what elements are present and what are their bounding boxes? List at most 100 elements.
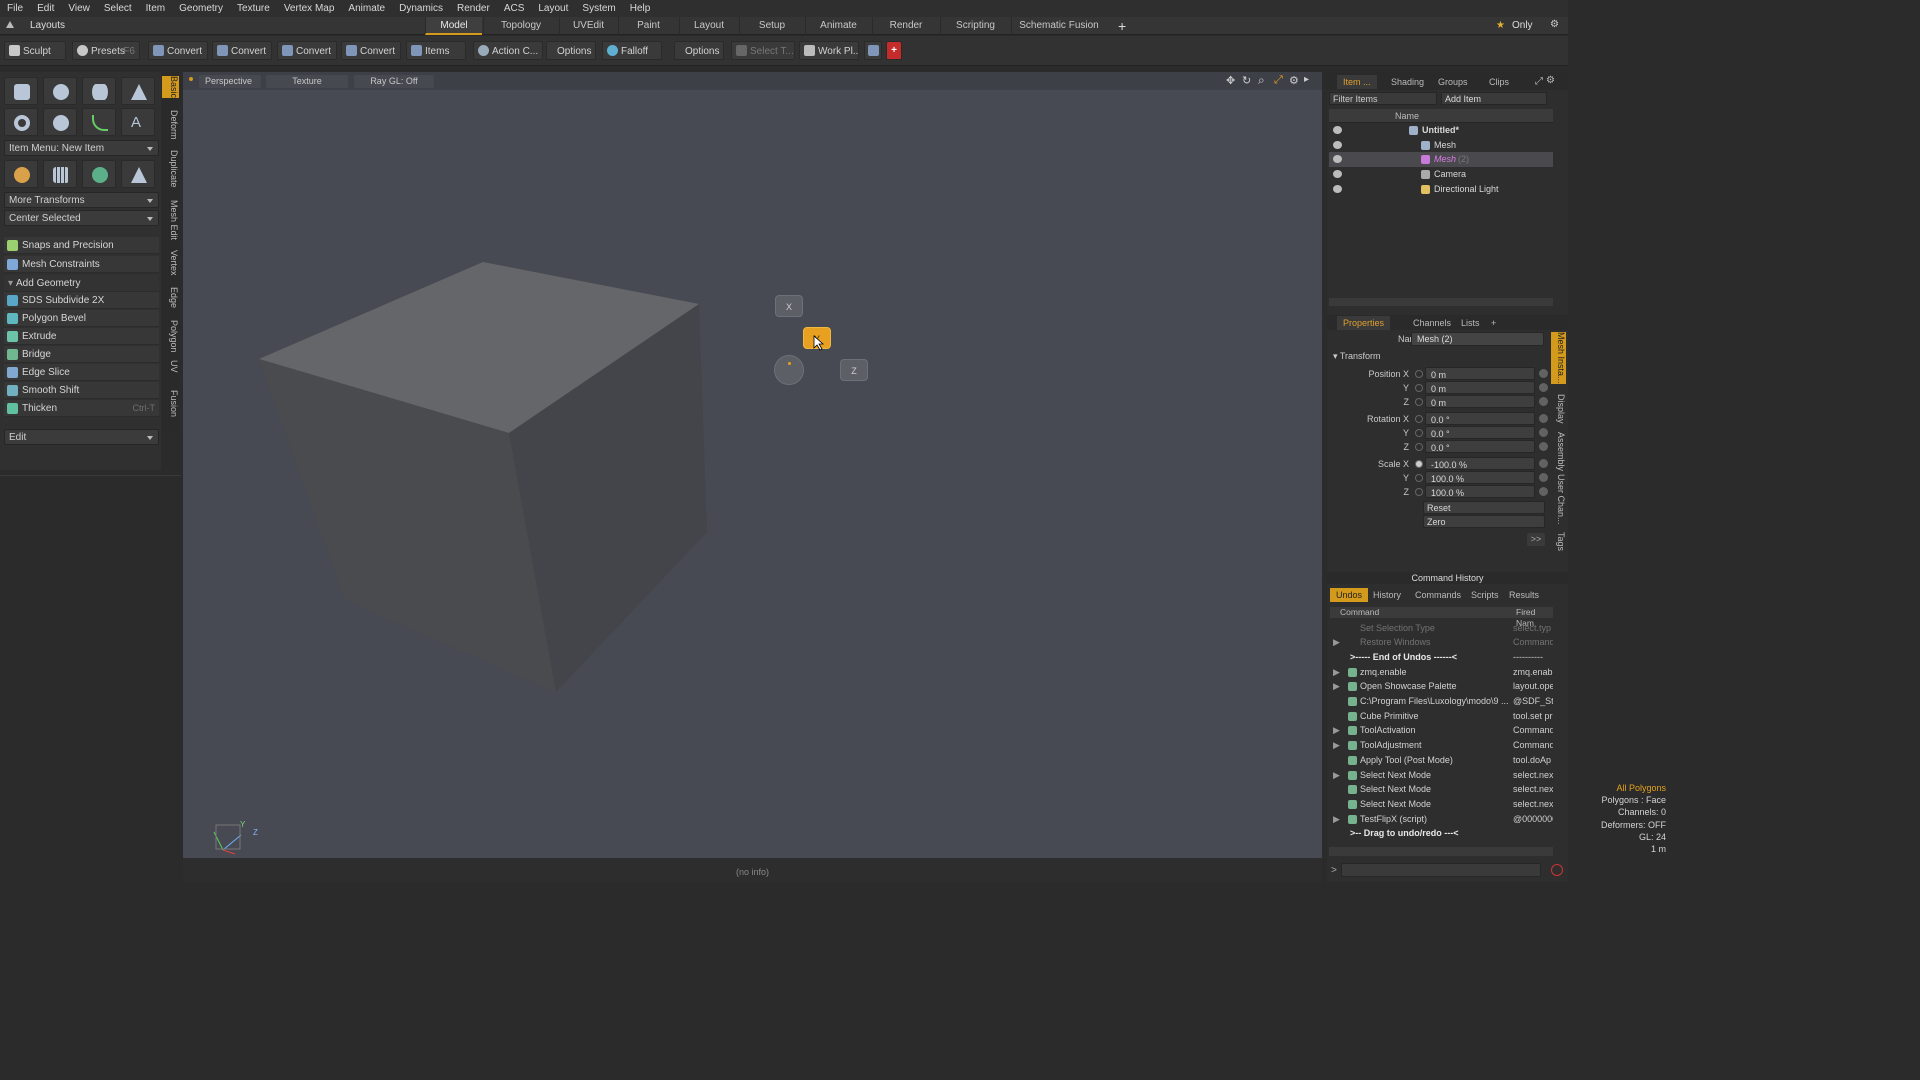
history-row[interactable]: ▶ ToolActivation Command	[1330, 723, 1553, 738]
history-row[interactable]: ▶ TestFlipX (script) @0000000	[1330, 812, 1553, 827]
cone-primitive-icon[interactable]	[121, 77, 155, 105]
channel-link-icon[interactable]	[1539, 383, 1548, 392]
history-tab-history[interactable]: History	[1367, 588, 1407, 602]
pie-x-button[interactable]: X	[775, 295, 803, 317]
animate-key-icon[interactable]	[1415, 443, 1423, 451]
3d-viewport[interactable]: Y Z X Y Z	[183, 72, 1322, 858]
convert-button-4[interactable]: Convert	[341, 41, 401, 60]
animate-key-icon[interactable]	[1415, 370, 1423, 378]
capsule-primitive-icon[interactable]	[43, 108, 77, 136]
history-row[interactable]: Select Next Mode select.nex	[1330, 782, 1553, 797]
layout-tab-scripting[interactable]: Scripting	[940, 17, 1010, 35]
rotate-icon[interactable]: ↻	[1242, 74, 1251, 87]
expand-arrow-icon[interactable]: ▶	[1333, 723, 1340, 738]
presets-button[interactable]: Presets F6	[72, 41, 140, 60]
category-tab-basic[interactable]: Basic	[162, 76, 179, 99]
tab-properties[interactable]: Properties	[1337, 316, 1391, 330]
outliner-row-mesh-selected[interactable]: Mesh (2)	[1329, 152, 1553, 168]
panel-maximize-icon[interactable]: ⤢	[1535, 76, 1543, 87]
star-icon[interactable]: ★	[1496, 20, 1505, 31]
filter-items-input[interactable]: Filter Items	[1329, 92, 1437, 105]
menu-dynamics[interactable]: Dynamics	[392, 3, 450, 14]
command-input[interactable]	[1341, 863, 1541, 877]
menu-animate[interactable]: Animate	[341, 3, 392, 14]
property-value-field[interactable]: 0.0 °	[1425, 412, 1535, 425]
tab-channels[interactable]: Channels	[1407, 316, 1457, 330]
category-tab-deform[interactable]: Deform	[162, 110, 179, 140]
add-layout-icon[interactable]: +	[1118, 18, 1126, 34]
outliner-row-light[interactable]: Directional Light	[1329, 182, 1553, 197]
menu-layout[interactable]: Layout	[531, 3, 575, 14]
history-row[interactable]: ▶ Select Next Mode select.nex	[1330, 768, 1553, 783]
pie-center-button[interactable]	[774, 355, 804, 385]
channel-link-icon[interactable]	[1539, 473, 1548, 482]
animate-key-icon[interactable]	[1415, 429, 1423, 437]
channel-link-icon[interactable]	[1539, 487, 1548, 496]
snaps-and-precision-button[interactable]: Snaps and Precision	[4, 237, 159, 254]
channel-link-icon[interactable]	[1539, 397, 1548, 406]
expand-arrow-icon[interactable]: ▶	[1333, 679, 1340, 694]
tool-extrude[interactable]: Extrude	[4, 328, 159, 345]
menu-system[interactable]: System	[575, 3, 622, 14]
center-selected-dropdown[interactable]: Center Selected	[4, 210, 159, 226]
history-row[interactable]: Select Next Mode select.nex	[1330, 797, 1553, 812]
category-tab-vertex[interactable]: Vertex	[162, 250, 179, 276]
category-tab-mesh-edit[interactable]: Mesh Edit	[162, 200, 179, 240]
property-value-field[interactable]: -100.0 %	[1425, 457, 1535, 470]
shading-mode-tab[interactable]: Texture	[266, 75, 348, 88]
falloff-button[interactable]: Falloff	[602, 41, 662, 60]
visibility-eye-icon[interactable]	[1333, 184, 1342, 193]
more-properties-button[interactable]: >>	[1527, 533, 1545, 546]
menu-file[interactable]: File	[0, 3, 30, 14]
history-tab-commands[interactable]: Commands	[1409, 588, 1467, 602]
layout-tab-render[interactable]: Render	[872, 17, 939, 35]
category-tab-uv[interactable]: UV	[162, 360, 179, 373]
history-tab-results[interactable]: Results	[1503, 588, 1545, 602]
convert-button-2[interactable]: Convert	[212, 41, 272, 60]
curve-tool-icon[interactable]	[82, 108, 116, 136]
zero-dropdown[interactable]: Zero	[1423, 515, 1545, 528]
items-button[interactable]: Items	[406, 41, 466, 60]
reset-dropdown[interactable]: Reset	[1423, 501, 1545, 514]
tab-clips[interactable]: Clips	[1483, 75, 1515, 89]
history-row[interactable]: >-- Drag to undo/redo ---<	[1330, 826, 1553, 841]
falloff-options-button[interactable]: Options	[674, 41, 724, 60]
action-center-button[interactable]: Action C...	[473, 41, 543, 60]
layout-tab-setup[interactable]: Setup	[739, 17, 804, 35]
tab-lists[interactable]: Lists	[1455, 316, 1486, 330]
text-tool-icon[interactable]: A	[121, 108, 155, 136]
sculpt-button[interactable]: Sculpt	[4, 41, 66, 60]
visibility-eye-icon[interactable]	[1333, 140, 1342, 149]
visibility-eye-icon[interactable]	[1333, 170, 1342, 179]
history-row[interactable]: Set Selection Type select.typ	[1330, 621, 1553, 636]
tool-smooth-shift[interactable]: Smooth Shift	[4, 382, 159, 399]
expand-arrow-icon[interactable]: ▶	[1333, 738, 1340, 753]
side-tab-mesh-insta-[interactable]: Mesh Insta...	[1551, 332, 1566, 384]
menu-texture[interactable]: Texture	[230, 3, 277, 14]
ray-gl-tab[interactable]: Ray GL: Off	[354, 75, 434, 88]
pie-z-button[interactable]: Z	[840, 359, 868, 381]
menu-select[interactable]: Select	[97, 3, 139, 14]
convert-button-3[interactable]: Convert	[277, 41, 337, 60]
gear-icon[interactable]: ⚙	[1550, 19, 1559, 30]
add-item-dropdown[interactable]: Add Item	[1441, 92, 1547, 105]
animate-key-icon[interactable]	[1415, 460, 1423, 468]
history-tab-undos[interactable]: Undos	[1330, 588, 1369, 602]
menu-item[interactable]: Item	[139, 3, 172, 14]
property-value-field[interactable]: 0 m	[1425, 381, 1535, 394]
zoom-icon[interactable]: ⌕	[1258, 73, 1265, 88]
history-row[interactable]: ▶ Restore Windows Command	[1330, 635, 1553, 650]
history-row[interactable]: ▶ zmq.enable zmq.enabl	[1330, 665, 1553, 680]
maximize-icon[interactable]: ⤢	[1274, 74, 1283, 87]
category-tab-polygon[interactable]: Polygon	[162, 320, 179, 353]
menu-help[interactable]: Help	[623, 3, 658, 14]
edit-dropdown[interactable]: Edit	[4, 429, 159, 445]
outliner-row-mesh[interactable]: Mesh	[1329, 138, 1553, 153]
layout-tab-layout[interactable]: Layout	[679, 17, 738, 35]
viewport-menu-icon[interactable]	[189, 77, 193, 81]
property-value-field[interactable]: 100.0 %	[1425, 471, 1535, 484]
tool-edge-slice[interactable]: Edge Slice	[4, 364, 159, 381]
convert-button-1[interactable]: Convert	[148, 41, 208, 60]
category-tab-edge[interactable]: Edge	[162, 287, 179, 308]
channel-link-icon[interactable]	[1539, 414, 1548, 423]
